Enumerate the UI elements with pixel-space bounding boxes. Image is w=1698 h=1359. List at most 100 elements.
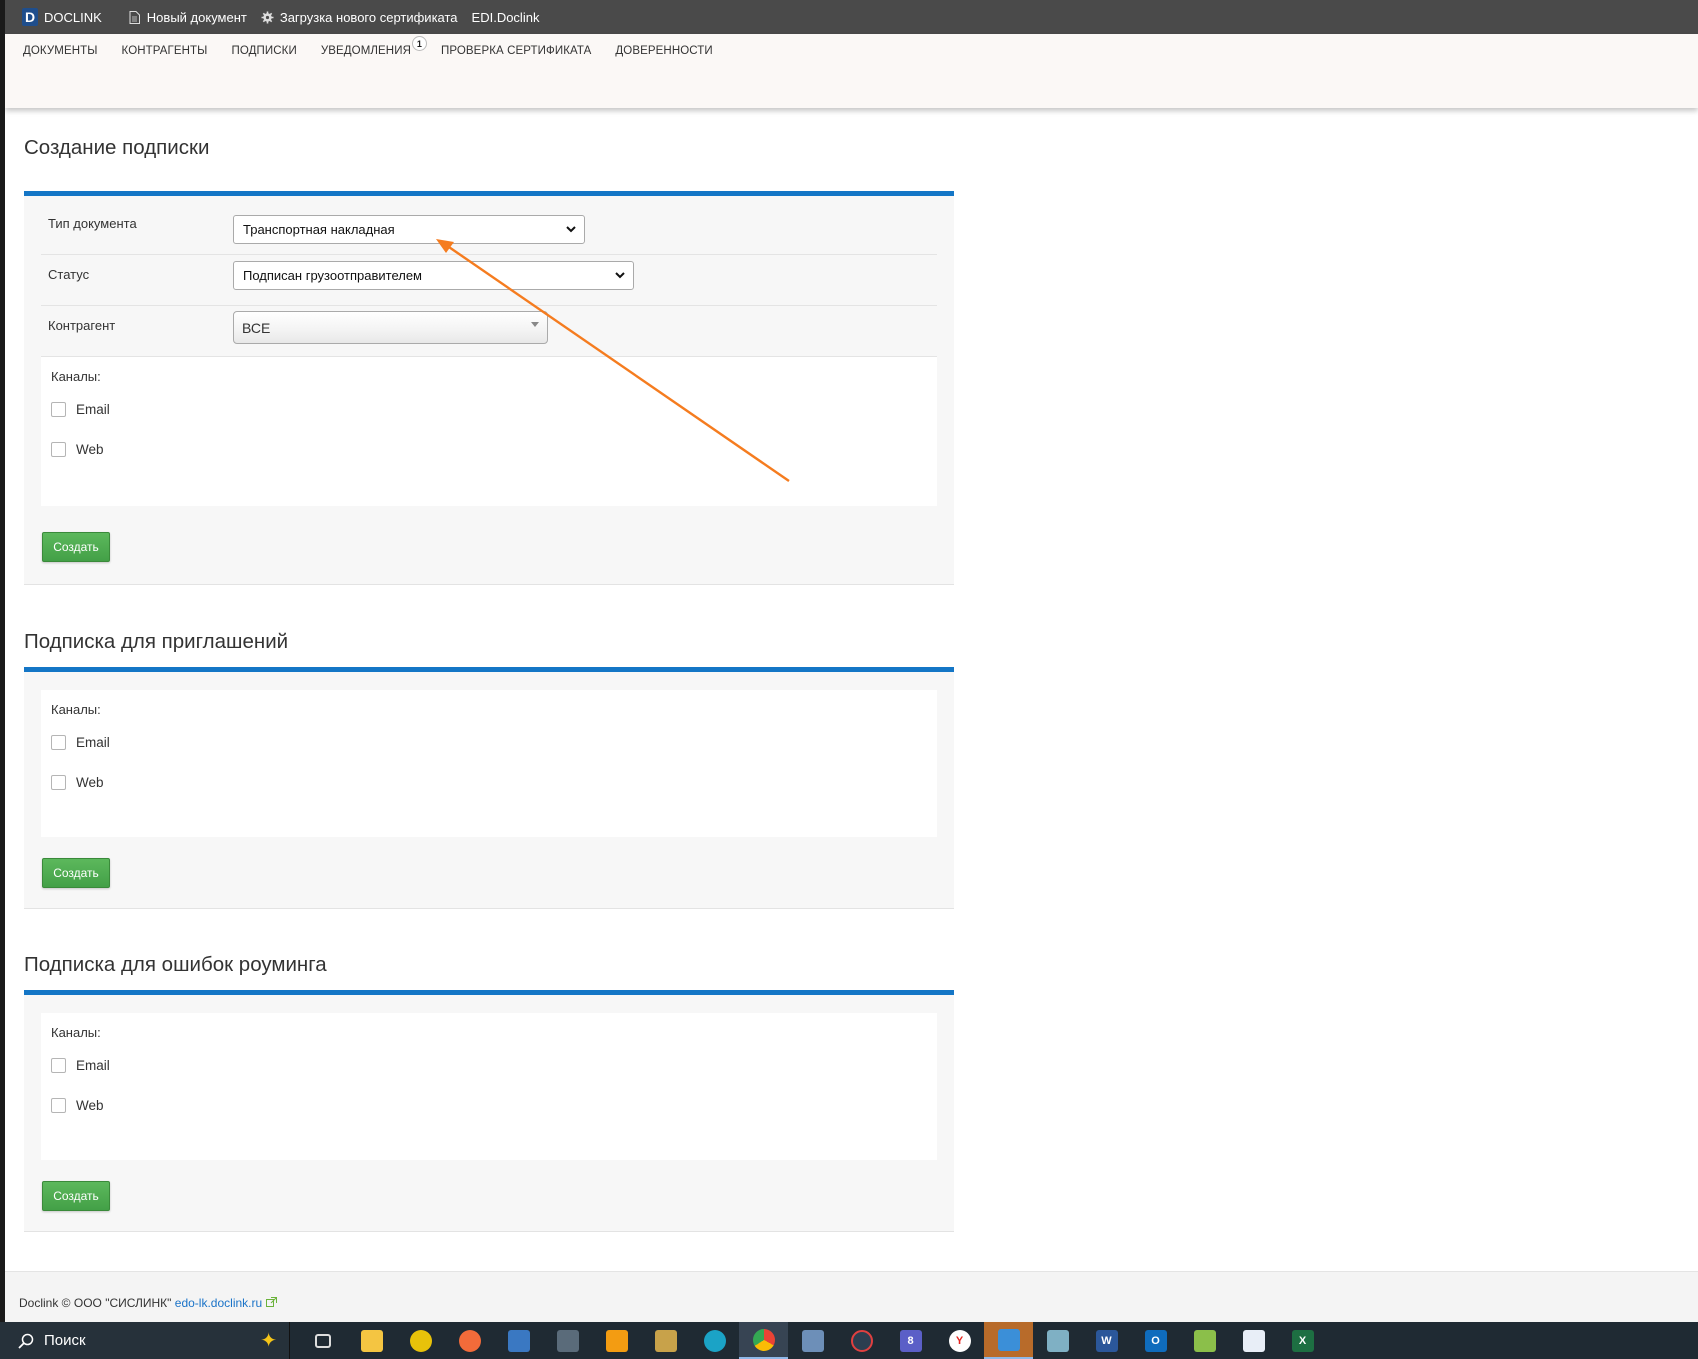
app-monitor-icon[interactable] [788,1322,837,1359]
email-label: Email [76,402,110,417]
gear-icon [261,10,274,24]
main-nav: ДОКУМЕНТЫ КОНТРАГЕНТЫ ПОДПИСКИ УВЕДОМЛЕН… [5,34,1698,108]
invitations-email-checkbox[interactable] [51,735,66,750]
web-label: Web [76,1098,104,1113]
calculator-icon[interactable] [543,1322,592,1359]
roaming-email-row[interactable]: Email [51,1058,110,1073]
status-label: Статус [48,267,90,282]
invitations-web-checkbox[interactable] [51,775,66,790]
email-label: Email [76,1058,110,1073]
status-value: Подписан грузоотправителем [243,268,422,283]
edi-doclink-link[interactable]: EDI.Doclink [472,10,540,25]
nav-contractors[interactable]: КОНТРАГЕНТЫ [122,45,208,57]
invitations-panel: Каналы: Email Web Создать [24,667,954,909]
external-link-icon [265,1297,277,1307]
top-bar: D DOCLINK Новый документ Загрузка нового… [0,0,1698,34]
edi-doclink-label: EDI.Doclink [471,9,540,25]
footer-copyright: Doclink © ООО "СИСЛИНК" [19,1296,172,1310]
invitations-web-row[interactable]: Web [51,775,104,790]
web-label: Web [76,442,104,457]
status-select[interactable]: Подписан грузоотправителем [233,261,634,290]
email-checkbox-row[interactable]: Email [51,402,110,417]
create-subscription-button[interactable]: Создать [42,532,110,562]
notifications-badge: 1 [411,36,427,51]
nav-subscriptions[interactable]: ПОДПИСКИ [231,45,296,57]
chrome-icon[interactable] [739,1322,788,1359]
window-left-edge [0,0,5,1322]
nav-notifications[interactable]: УВЕДОМЛЕНИЯ 1 [320,36,427,57]
app-desktop-icon[interactable] [494,1322,543,1359]
roaming-panel: Каналы: Email Web Создать [24,990,954,1232]
email-checkbox[interactable] [51,402,66,417]
create-invitations-button[interactable]: Создать [42,858,110,888]
channels-label: Каналы: [51,369,101,384]
nav-documents[interactable]: ДОКУМЕНТЫ [23,45,98,57]
new-document-link[interactable]: Новый документ [128,10,247,25]
chevron-down-icon [615,272,625,279]
app-active-blue-icon[interactable] [984,1322,1033,1359]
task-view-icon[interactable] [298,1322,347,1359]
roaming-web-checkbox[interactable] [51,1098,66,1113]
teams-icon[interactable]: 8 [886,1322,935,1359]
taskbar-apps: 8 Y W O X [290,1322,1327,1359]
edge-icon[interactable] [690,1322,739,1359]
doc-type-row: Тип документа Транспортная накладная [41,204,937,255]
create-roaming-button[interactable]: Создать [42,1181,110,1211]
channels-label: Каналы: [51,702,101,717]
contractor-label: Контрагент [48,318,116,333]
status-row: Статус Подписан грузоотправителем [41,255,937,306]
app-document-icon[interactable] [1229,1322,1278,1359]
invitations-title: Подписка для приглашений [24,630,289,653]
outlook-icon[interactable]: O [1131,1322,1180,1359]
email-label: Email [76,735,110,750]
web-checkbox-row[interactable]: Web [51,442,104,457]
doc-type-value: Транспортная накладная [243,222,395,237]
contractor-select[interactable]: ВСЕ [233,311,548,344]
windows-taskbar: Поиск ✦ 8 Y W O X [0,1322,1698,1359]
contractor-row: Контрагент ВСЕ [41,306,937,357]
brand[interactable]: D DOCLINK [22,8,102,26]
footer-link[interactable]: edo-lk.doclink.ru [175,1296,262,1310]
roaming-email-checkbox[interactable] [51,1058,66,1073]
doc-type-label: Тип документа [48,216,137,231]
create-subscription-panel: Тип документа Транспортная накладная Ста… [24,191,954,585]
search-icon [18,1333,34,1349]
taskbar-search[interactable]: Поиск ✦ [0,1322,290,1359]
footer: Doclink © ООО "СИСЛИНК" edo-lk.doclink.r… [5,1271,1698,1322]
app-orange-compass-icon[interactable] [445,1322,494,1359]
roaming-web-row[interactable]: Web [51,1098,104,1113]
invitations-email-row[interactable]: Email [51,735,110,750]
brand-name: DOCLINK [44,9,102,25]
app-tools-icon[interactable] [641,1322,690,1359]
word-icon[interactable]: W [1082,1322,1131,1359]
channels-label: Каналы: [51,1025,101,1040]
app-notepad-icon[interactable] [1180,1322,1229,1359]
doc-type-select[interactable]: Транспортная накладная [233,215,585,244]
roaming-channels-box: Каналы: Email Web [41,1013,937,1160]
nav-notifications-label: УВЕДОМЛЕНИЯ [320,45,411,57]
create-subscription-title: Создание подписки [24,136,210,159]
app-media-icon[interactable] [837,1322,886,1359]
upload-certificate-label: Загрузка нового сертификата [279,9,458,25]
teams-badge: 8 [899,1329,922,1352]
app-pen-icon[interactable] [1033,1322,1082,1359]
taskbar-search-label: Поиск [44,1332,86,1349]
excel-icon[interactable]: X [1278,1322,1327,1359]
app-yellow-circle-icon[interactable] [396,1322,445,1359]
file-explorer-icon[interactable] [347,1322,396,1359]
roaming-title: Подписка для ошибок роуминга [24,953,327,976]
doclink-logo-icon: D [22,8,38,26]
upload-certificate-link[interactable]: Загрузка нового сертификата [261,10,458,25]
document-icon [128,10,141,24]
channels-box: Каналы: Email Web [41,357,937,506]
copilot-sparkle-icon: ✦ [260,1330,277,1352]
yandex-browser-icon[interactable]: Y [935,1322,984,1359]
new-document-label: Новый документ [146,9,247,25]
web-checkbox[interactable] [51,442,66,457]
app-orange-shape-icon[interactable] [592,1322,641,1359]
nav-certificate-check[interactable]: ПРОВЕРКА СЕРТИФИКАТА [441,45,591,57]
nav-powers-of-attorney[interactable]: ДОВЕРЕННОСТИ [615,45,712,57]
web-label: Web [76,775,104,790]
invitations-channels-box: Каналы: Email Web [41,690,937,837]
chevron-down-icon [566,226,576,233]
